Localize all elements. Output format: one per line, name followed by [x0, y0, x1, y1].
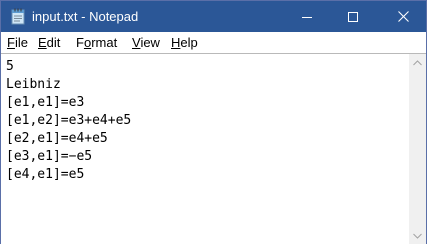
menu-view-label: iew — [140, 35, 160, 50]
menu-help[interactable]: Help — [169, 35, 200, 51]
menu-format-label: rmat — [91, 35, 118, 50]
minimize-button[interactable] — [284, 1, 330, 32]
menu-help-accel: H — [171, 35, 181, 50]
title-bar[interactable]: input.txt - Notepad — [1, 1, 426, 32]
menu-view[interactable]: View — [130, 35, 162, 51]
close-button[interactable] — [380, 1, 426, 32]
editor-content[interactable]: 5 Leibniz [e1,e1]=e3 [e1,e2]=e3+e4+e5 [e2,e1… — [6, 58, 401, 242]
editor-line: [e3,e1]=−e5 — [6, 149, 93, 164]
scroll-up-button[interactable] — [409, 54, 426, 71]
maximize-button[interactable] — [330, 1, 376, 32]
text-editor[interactable]: 5 Leibniz [e1,e1]=e3 [e1,e2]=e3+e4+e5 [e2,e1… — [1, 53, 426, 245]
notepad-window: input.txt - Notepad File Edit Format Vie… — [0, 0, 427, 245]
menu-edit[interactable]: Edit — [36, 35, 62, 51]
editor-line: [e2,e1]=e4+e5 — [6, 131, 108, 146]
menu-edit-accel: E — [38, 35, 47, 50]
menu-edit-label: dit — [46, 35, 61, 50]
scroll-down-button[interactable] — [409, 227, 426, 244]
scroll-track[interactable] — [409, 71, 426, 227]
menu-format[interactable]: Format — [74, 35, 119, 51]
maximize-icon — [348, 11, 358, 22]
editor-line: [e4,e1]=e5 — [6, 167, 85, 182]
editor-line: Leibniz — [6, 77, 61, 92]
chevron-up-icon — [413, 59, 422, 65]
minimize-icon — [302, 16, 312, 18]
menu-help-label: elp — [180, 35, 198, 50]
window-title: input.txt - Notepad — [32, 9, 139, 24]
menu-file-accel: F — [7, 35, 15, 50]
menu-bar: File Edit Format View Help — [1, 32, 426, 53]
notepad-icon — [11, 8, 25, 25]
editor-line: [e1,e2]=e3+e4+e5 — [6, 113, 132, 128]
menu-file[interactable]: File — [5, 35, 30, 51]
vertical-scrollbar[interactable] — [409, 54, 426, 244]
editor-line: 5 — [6, 59, 14, 74]
chevron-down-icon — [413, 233, 422, 239]
editor-line: [e1,e1]=e3 — [6, 95, 85, 110]
menu-format-pre: F — [76, 35, 84, 50]
menu-file-label: ile — [14, 35, 28, 50]
close-icon — [397, 11, 409, 22]
